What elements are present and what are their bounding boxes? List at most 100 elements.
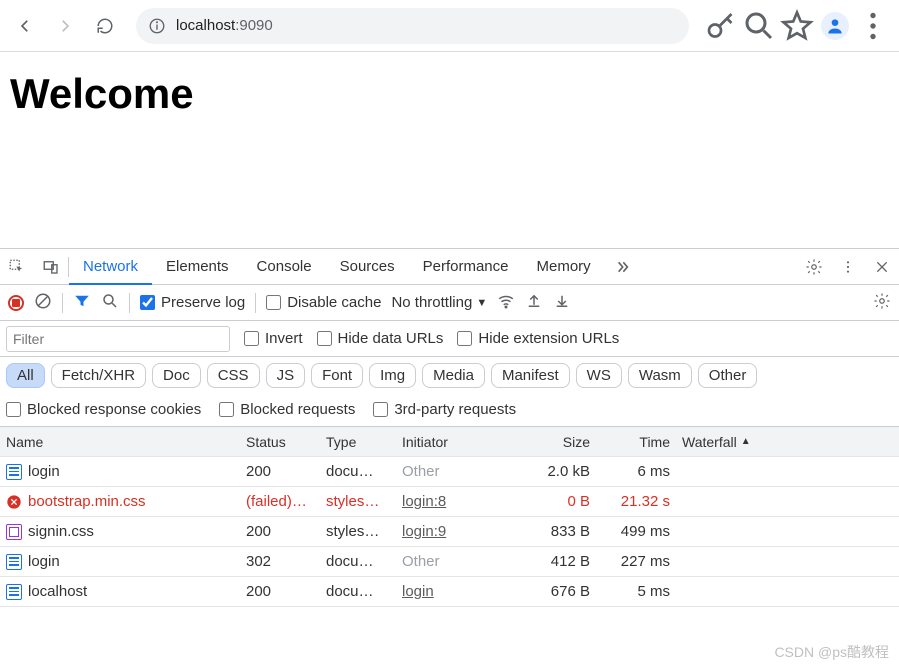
download-icon[interactable] [553,292,571,314]
more-tabs-icon[interactable] [605,259,639,275]
table-row[interactable]: signin.css200styles…login:9833 B499 ms [0,517,899,547]
throttling-label: No throttling [391,294,472,311]
tab-console[interactable]: Console [243,249,326,284]
settings-icon[interactable] [797,258,831,276]
tab-sources[interactable]: Sources [326,249,409,284]
document-icon [6,584,22,600]
document-icon [6,464,22,480]
reload-button[interactable] [88,9,122,43]
zoom-icon[interactable] [741,8,777,44]
col-type[interactable]: Type [320,434,396,450]
forward-button[interactable] [48,9,82,43]
devtools-panel: Network Elements Console Sources Perform… [0,248,899,668]
size-cell: 0 B [516,493,596,510]
chip-wasm[interactable]: Wasm [628,363,692,388]
invert-checkbox[interactable]: Invert [244,330,303,347]
table-header: Name Status Type Initiator Size Time Wat… [0,427,899,457]
type-cell: docu… [320,583,396,600]
disable-cache-label: Disable cache [287,294,381,311]
type-cell: styles… [320,493,396,510]
status-cell: 200 [240,583,320,600]
tab-memory[interactable]: Memory [523,249,605,284]
chip-js[interactable]: JS [266,363,306,388]
col-name[interactable]: Name [0,434,240,450]
blocked-cookies-checkbox[interactable]: Blocked response cookies [6,401,201,418]
chip-css[interactable]: CSS [207,363,260,388]
throttling-select[interactable]: No throttling ▼ [391,294,487,311]
chip-font[interactable]: Font [311,363,363,388]
clear-button[interactable] [34,292,52,314]
third-party-label: 3rd-party requests [394,401,516,418]
col-time[interactable]: Time [596,434,676,450]
inspect-icon[interactable] [0,258,34,276]
table-row[interactable]: login200docu…Other2.0 kB6 ms [0,457,899,487]
type-cell: docu… [320,553,396,570]
blocked-requests-label: Blocked requests [240,401,355,418]
third-party-checkbox[interactable]: 3rd-party requests [373,401,516,418]
info-icon [148,17,166,35]
tab-elements[interactable]: Elements [152,249,243,284]
tab-network[interactable]: Network [69,250,152,285]
initiator-link[interactable]: login:9 [402,523,446,540]
table-row[interactable]: bootstrap.min.css (failed)…styles… login:8… [0,487,899,517]
hide-ext-urls-checkbox[interactable]: Hide extension URLs [457,330,619,347]
chip-other[interactable]: Other [698,363,758,388]
status-cell: 302 [240,553,320,570]
device-toggle-icon[interactable] [34,258,68,276]
back-button[interactable] [8,9,42,43]
preserve-log-checkbox[interactable]: Preserve log [140,294,245,311]
type-chip-bar: AllFetch/XHRDocCSSJSFontImgMediaManifest… [0,357,899,393]
tab-performance[interactable]: Performance [409,249,523,284]
initiator-link[interactable]: login:8 [402,493,446,510]
table-row[interactable]: login302docu…Other412 B227 ms [0,547,899,577]
initiator-text: Other [402,553,440,570]
bookmark-icon[interactable] [779,8,815,44]
chevron-down-icon: ▼ [476,297,487,309]
record-button[interactable] [8,295,24,311]
url-port: :9090 [235,17,273,34]
table-row[interactable]: localhost200docu…login676 B5 ms [0,577,899,607]
time-cell: 227 ms [596,553,676,570]
blocked-requests-checkbox[interactable]: Blocked requests [219,401,355,418]
col-status[interactable]: Status [240,434,320,450]
filter-icon[interactable] [73,292,91,314]
col-initiator[interactable]: Initiator [396,434,516,450]
invert-label: Invert [265,330,303,347]
menu-button[interactable] [855,8,891,44]
profile-button[interactable] [821,12,849,40]
network-settings-icon[interactable] [873,292,891,314]
browser-toolbar: localhost:9090 [0,0,899,52]
key-icon[interactable] [703,8,739,44]
chip-manifest[interactable]: Manifest [491,363,570,388]
time-cell: 21.32 s [596,493,676,510]
col-waterfall[interactable]: Waterfall [676,434,899,450]
preserve-log-label: Preserve log [161,294,245,311]
hide-data-urls-checkbox[interactable]: Hide data URLs [317,330,444,347]
initiator-text: Other [402,463,440,480]
status-cell: (failed)… [240,493,320,510]
col-size[interactable]: Size [516,434,596,450]
document-icon [6,554,22,570]
address-bar[interactable]: localhost:9090 [136,8,689,44]
network-conditions-icon[interactable] [497,292,515,314]
upload-icon[interactable] [525,292,543,314]
chip-ws[interactable]: WS [576,363,622,388]
chip-media[interactable]: Media [422,363,485,388]
chip-img[interactable]: Img [369,363,416,388]
resource-name: bootstrap.min.css [28,493,146,510]
url-host: localhost [176,17,235,34]
chip-fetch-xhr[interactable]: Fetch/XHR [51,363,146,388]
toolbar-right [703,8,891,44]
chip-all[interactable]: All [6,363,45,388]
kebab-icon[interactable] [831,259,865,275]
hide-data-urls-label: Hide data URLs [338,330,444,347]
page-heading: Welcome [10,70,889,118]
status-cell: 200 [240,523,320,540]
size-cell: 412 B [516,553,596,570]
chip-doc[interactable]: Doc [152,363,201,388]
initiator-link[interactable]: login [402,583,434,600]
close-devtools-icon[interactable] [865,259,899,275]
search-icon[interactable] [101,292,119,314]
disable-cache-checkbox[interactable]: Disable cache [266,294,381,311]
filter-input[interactable] [6,326,230,352]
